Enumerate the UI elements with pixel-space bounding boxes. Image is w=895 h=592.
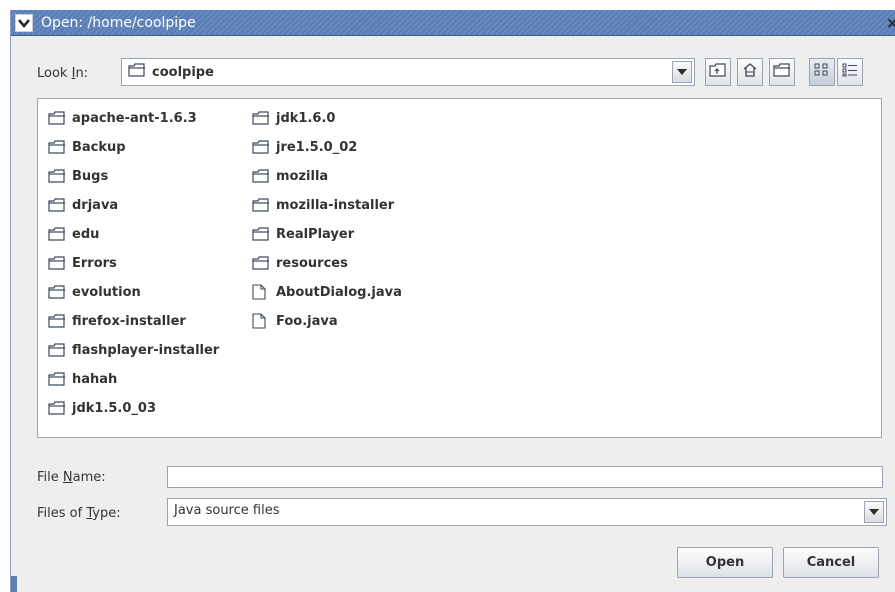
document-icon bbox=[252, 284, 270, 300]
chevron-down-icon[interactable] bbox=[672, 61, 692, 83]
cancel-button[interactable]: Cancel bbox=[783, 547, 879, 578]
folder-item[interactable]: jre1.5.0_02 bbox=[252, 136, 357, 158]
folder-icon bbox=[48, 255, 66, 271]
folder-icon bbox=[48, 197, 66, 213]
new-folder-icon bbox=[773, 63, 791, 81]
file-item-label: Errors bbox=[72, 255, 117, 271]
list-view-icon bbox=[814, 63, 830, 81]
window-edge-accent bbox=[11, 576, 17, 592]
folder-item[interactable]: drjava bbox=[48, 194, 118, 216]
folder-item[interactable]: flashplayer-installer bbox=[48, 339, 219, 361]
file-item-label: apache-ant-1.6.3 bbox=[72, 110, 197, 126]
title-bar[interactable]: Open: /home/coolpipe × bbox=[11, 10, 895, 36]
file-type-combo[interactable]: Java source files bbox=[167, 498, 887, 526]
file-item-label: mozilla bbox=[276, 168, 329, 184]
close-icon[interactable]: × bbox=[886, 14, 895, 32]
folder-item[interactable]: evolution bbox=[48, 281, 141, 303]
file-item-label: AboutDialog.java bbox=[276, 284, 402, 300]
new-folder-button[interactable] bbox=[769, 58, 795, 86]
folder-item[interactable]: apache-ant-1.6.3 bbox=[48, 107, 197, 129]
file-type-label: Files of Type: bbox=[37, 506, 121, 521]
open-button[interactable]: Open bbox=[677, 547, 773, 578]
file-item-label: flashplayer-installer bbox=[72, 342, 220, 358]
folder-icon bbox=[252, 139, 270, 155]
folder-item[interactable]: edu bbox=[48, 223, 99, 245]
file-item-label: RealPlayer bbox=[276, 226, 355, 242]
up-one-level-button[interactable] bbox=[705, 58, 731, 86]
window-menu-icon[interactable] bbox=[15, 14, 33, 32]
file-item-label: Foo.java bbox=[276, 313, 338, 329]
folder-item[interactable]: Backup bbox=[48, 136, 126, 158]
file-item-label: Backup bbox=[72, 139, 126, 155]
folder-icon bbox=[252, 168, 270, 184]
folder-item[interactable]: mozilla-installer bbox=[252, 194, 394, 216]
folder-item[interactable]: RealPlayer bbox=[252, 223, 354, 245]
chevron-down-icon[interactable] bbox=[864, 501, 884, 523]
folder-icon bbox=[48, 284, 66, 300]
details-view-icon bbox=[842, 63, 858, 81]
folder-icon bbox=[252, 255, 270, 271]
folder-item[interactable]: resources bbox=[252, 252, 348, 274]
folder-item[interactable]: firefox-installer bbox=[48, 310, 186, 332]
folder-item[interactable]: mozilla bbox=[252, 165, 328, 187]
file-item-label: resources bbox=[276, 255, 348, 271]
window-title: Open: /home/coolpipe bbox=[41, 15, 196, 31]
folder-icon bbox=[48, 400, 66, 416]
folder-icon bbox=[128, 63, 146, 81]
folder-item[interactable]: Bugs bbox=[48, 165, 108, 187]
folder-icon bbox=[252, 226, 270, 242]
file-item-label: jre1.5.0_02 bbox=[276, 139, 358, 155]
file-item-label: jdk1.5.0_03 bbox=[72, 400, 157, 416]
file-item-label: Bugs bbox=[72, 168, 109, 184]
look-in-label: Look In: bbox=[37, 66, 89, 81]
file-item-label: jdk1.6.0 bbox=[276, 110, 336, 126]
file-item[interactable]: Foo.java bbox=[252, 310, 338, 332]
file-item-label: hahah bbox=[72, 371, 118, 387]
folder-icon bbox=[48, 313, 66, 329]
home-icon bbox=[742, 62, 758, 82]
folder-item[interactable]: jdk1.6.0 bbox=[252, 107, 335, 129]
look-in-combo[interactable]: coolpipe bbox=[121, 58, 695, 86]
file-item-label: edu bbox=[72, 226, 100, 242]
folder-item[interactable]: jdk1.5.0_03 bbox=[48, 397, 156, 419]
open-dialog: Open: /home/coolpipe × Look In: coolpipe bbox=[10, 10, 895, 592]
file-name-label: File Name: bbox=[37, 470, 106, 485]
folder-icon bbox=[252, 197, 270, 213]
file-item-label: drjava bbox=[72, 197, 119, 213]
file-item-label: firefox-installer bbox=[72, 313, 186, 329]
look-in-value: coolpipe bbox=[152, 64, 214, 80]
list-view-button[interactable] bbox=[809, 58, 835, 86]
file-type-value: Java source files bbox=[174, 503, 280, 518]
folder-item[interactable]: hahah bbox=[48, 368, 117, 390]
file-item-label: evolution bbox=[72, 284, 141, 300]
file-list[interactable]: apache-ant-1.6.3 Backup Bugs drjava edu Error… bbox=[37, 98, 882, 438]
folder-item[interactable]: Errors bbox=[48, 252, 117, 274]
folder-icon bbox=[252, 110, 270, 126]
folder-icon bbox=[48, 226, 66, 242]
home-button[interactable] bbox=[737, 58, 763, 86]
up-one-level-icon bbox=[709, 63, 727, 81]
document-icon bbox=[252, 313, 270, 329]
folder-icon bbox=[48, 139, 66, 155]
details-view-button[interactable] bbox=[837, 58, 863, 86]
folder-icon bbox=[48, 168, 66, 184]
file-item-label: mozilla-installer bbox=[276, 197, 395, 213]
folder-icon bbox=[48, 371, 66, 387]
file-item[interactable]: AboutDialog.java bbox=[252, 281, 402, 303]
folder-icon bbox=[48, 110, 66, 126]
file-name-input[interactable] bbox=[167, 466, 883, 488]
folder-icon bbox=[48, 342, 66, 358]
